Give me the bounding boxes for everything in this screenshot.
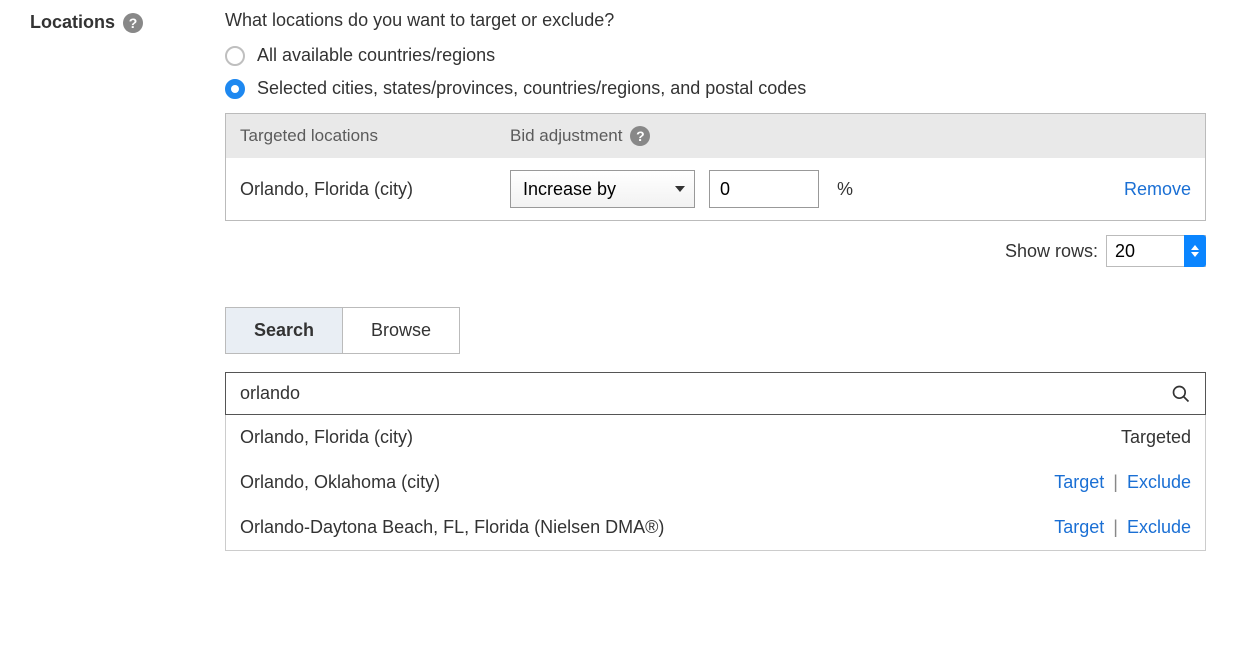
help-icon[interactable]: ? <box>630 126 650 146</box>
tab-search[interactable]: Search <box>225 307 343 354</box>
radio-selected-locations[interactable] <box>225 79 245 99</box>
remove-link[interactable]: Remove <box>1124 179 1191 200</box>
separator: | <box>1113 472 1118 492</box>
list-item: Orlando, Florida (city) Targeted <box>226 415 1205 460</box>
col-bid-adjustment: Bid adjustment <box>510 126 622 146</box>
result-name: Orlando, Florida (city) <box>240 427 1121 448</box>
search-results: Orlando, Florida (city) Targeted Orlando… <box>225 415 1206 551</box>
search-input[interactable] <box>240 383 1171 404</box>
bid-mode-value[interactable] <box>510 170 695 208</box>
radio-selected-label: Selected cities, states/provinces, count… <box>257 78 806 99</box>
tab-browse[interactable]: Browse <box>343 307 460 354</box>
section-title: Locations <box>30 12 115 33</box>
list-item: Orlando-Daytona Beach, FL, Florida (Niel… <box>226 505 1205 550</box>
location-name: Orlando, Florida (city) <box>240 179 510 200</box>
list-item: Orlando, Oklahoma (city) Target | Exclud… <box>226 460 1205 505</box>
exclude-link[interactable]: Exclude <box>1127 517 1191 537</box>
targeted-locations-table: Targeted locations Bid adjustment ? Orla… <box>225 113 1206 221</box>
bid-value-input[interactable] <box>709 170 819 208</box>
target-link[interactable]: Target <box>1054 517 1104 537</box>
table-row: Orlando, Florida (city) % Remove <box>226 158 1205 220</box>
radio-all-label: All available countries/regions <box>257 45 495 66</box>
search-box <box>225 372 1206 415</box>
radio-all-locations[interactable] <box>225 46 245 66</box>
separator: | <box>1113 517 1118 537</box>
show-rows-label: Show rows: <box>1005 241 1098 262</box>
search-icon[interactable] <box>1171 384 1191 404</box>
help-icon[interactable]: ? <box>123 13 143 33</box>
bid-mode-select[interactable] <box>510 170 695 208</box>
stepper-icon[interactable] <box>1184 235 1206 267</box>
result-name: Orlando, Oklahoma (city) <box>240 472 1054 493</box>
status-targeted: Targeted <box>1121 427 1191 447</box>
target-link[interactable]: Target <box>1054 472 1104 492</box>
exclude-link[interactable]: Exclude <box>1127 472 1191 492</box>
percent-label: % <box>837 179 853 200</box>
col-targeted-locations: Targeted locations <box>240 126 510 146</box>
result-name: Orlando-Daytona Beach, FL, Florida (Niel… <box>240 517 1054 538</box>
prompt-text: What locations do you want to target or … <box>225 10 1206 31</box>
